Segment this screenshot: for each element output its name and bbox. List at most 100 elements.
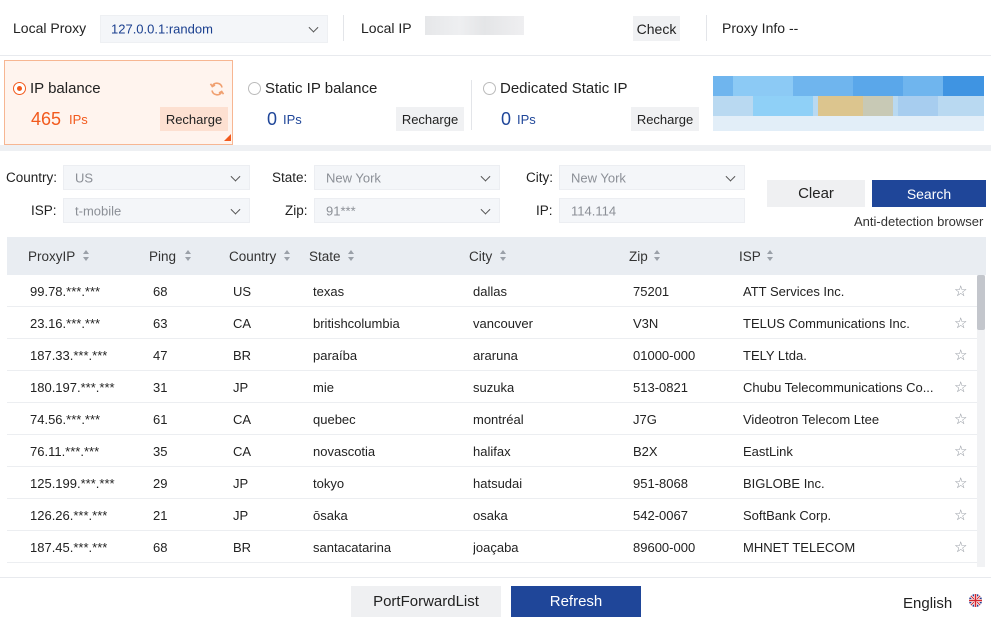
ip-filter-input[interactable]: 114.114: [559, 198, 745, 223]
zip-select[interactable]: 91***: [314, 198, 500, 223]
star-icon[interactable]: ☆: [954, 506, 967, 524]
ip-balance-title: IP balance: [30, 80, 101, 97]
static-ip-radio-icon[interactable]: [248, 82, 261, 95]
refresh-icon[interactable]: [209, 81, 225, 97]
proxy-info-value: --: [789, 20, 799, 36]
ip-recharge-button[interactable]: Recharge: [160, 107, 228, 131]
table-scrollbar[interactable]: [977, 275, 985, 567]
column-header-ping[interactable]: Ping: [149, 249, 176, 264]
table-row[interactable]: 99.78.***.*** 68 US texas dallas 75201 A…: [7, 275, 977, 307]
table-row[interactable]: 126.26.***.*** 21 JP ōsaka osaka 542-006…: [7, 499, 977, 531]
dedicated-ip-radio-icon[interactable]: [483, 82, 496, 95]
cell-proxyip: 23.16.***.***: [30, 316, 101, 331]
check-button[interactable]: Check: [633, 16, 680, 41]
local-ip-blurred-value: [425, 16, 524, 35]
promo-banner-image[interactable]: [713, 76, 984, 131]
sort-icon[interactable]: [284, 250, 291, 262]
country-select[interactable]: US: [63, 165, 250, 190]
cell-isp: TELUS Communications Inc.: [743, 316, 910, 331]
sort-icon[interactable]: [654, 250, 661, 262]
cell-city: joaçaba: [473, 540, 519, 555]
scrollbar-thumb[interactable]: [977, 275, 985, 330]
table-row[interactable]: 23.16.***.*** 63 CA britishcolumbia vanc…: [7, 307, 977, 339]
zip-value: 91***: [326, 203, 356, 218]
star-icon[interactable]: ☆: [954, 314, 967, 332]
star-icon[interactable]: ☆: [954, 442, 967, 460]
sort-icon[interactable]: [83, 250, 90, 262]
ip-balance-unit: IPs: [69, 112, 88, 127]
search-button[interactable]: Search: [872, 180, 986, 207]
cell-country: BR: [233, 348, 252, 363]
cell-state: ōsaka: [313, 508, 348, 523]
refresh-button[interactable]: Refresh: [511, 586, 641, 617]
isp-select[interactable]: t-mobile: [63, 198, 250, 223]
local-proxy-value: 127.0.0.1:random: [111, 21, 213, 37]
language-selector[interactable]: English: [903, 595, 952, 612]
cell-isp: Videotron Telecom Ltee: [743, 412, 880, 427]
table-row[interactable]: 74.56.***.*** 61 CA quebec montréal J7G …: [7, 403, 977, 435]
ip-balance-radio-icon[interactable]: [13, 82, 26, 95]
state-value: New York: [326, 170, 381, 185]
clear-button[interactable]: Clear: [767, 180, 865, 207]
star-icon[interactable]: ☆: [954, 282, 967, 300]
column-header-country[interactable]: Country: [229, 249, 276, 264]
port-forward-list-button[interactable]: PortForwardList: [351, 586, 501, 617]
dedicated-recharge-button[interactable]: Recharge: [631, 107, 699, 131]
sort-icon[interactable]: [500, 250, 507, 262]
star-icon[interactable]: ☆: [954, 378, 967, 396]
star-icon[interactable]: ☆: [954, 538, 967, 556]
ip-balance-card[interactable]: [4, 60, 233, 145]
cell-proxyip: 187.33.***.***: [30, 348, 108, 363]
static-ip-unit: IPs: [283, 112, 302, 127]
cell-ping: 68: [153, 284, 168, 299]
cell-proxyip: 76.11.***.***: [30, 444, 100, 459]
cell-isp: Chubu Telecommunications Co...: [743, 380, 934, 395]
star-icon[interactable]: ☆: [954, 474, 967, 492]
table-row[interactable]: 125.199.***.*** 29 JP tokyo hatsudai 951…: [7, 467, 977, 499]
star-icon[interactable]: ☆: [954, 346, 967, 364]
table-row[interactable]: 76.11.***.*** 35 CA novascotia halifax B…: [7, 435, 977, 467]
cell-state: paraíba: [313, 348, 358, 363]
cell-ping: 21: [153, 508, 168, 523]
column-header-city[interactable]: City: [469, 249, 492, 264]
chevron-down-icon: [230, 204, 241, 215]
column-header-proxyip[interactable]: ProxyIP: [28, 249, 75, 264]
table-row[interactable]: 187.33.***.*** 47 BR paraíba araruna 010…: [7, 339, 977, 371]
active-corner-marker: [224, 134, 231, 141]
local-proxy-select[interactable]: 127.0.0.1:random: [100, 15, 328, 43]
uk-flag-icon[interactable]: [969, 594, 982, 607]
static-ip-title: Static IP balance: [265, 80, 378, 97]
cell-ping: 29: [153, 476, 168, 491]
isp-label: ISP:: [31, 203, 57, 218]
chevron-down-icon: [230, 171, 241, 182]
cell-isp: EastLink: [743, 444, 793, 459]
table-row[interactable]: 187.45.***.*** 68 BR santacatarina joaça…: [7, 531, 977, 563]
column-header-state[interactable]: State: [309, 249, 341, 264]
cell-zip: 01000-000: [633, 348, 696, 363]
cell-country: US: [233, 284, 252, 299]
dedicated-ip-value: 0: [501, 109, 512, 129]
column-header-isp[interactable]: ISP: [739, 249, 761, 264]
cell-city: halifax: [473, 444, 511, 459]
sort-icon[interactable]: [348, 250, 355, 262]
cell-ping: 31: [153, 380, 168, 395]
divider: [471, 80, 472, 130]
ip-filter-value: 114.114: [571, 203, 617, 218]
state-select[interactable]: New York: [314, 165, 500, 190]
sort-icon[interactable]: [767, 250, 774, 262]
static-ip-value: 0: [267, 109, 278, 129]
anti-detection-browser-link[interactable]: Anti-detection browser: [854, 214, 983, 229]
table-header: ProxyIP Ping Country State City Zip ISP: [7, 237, 986, 275]
dedicated-ip-unit: IPs: [517, 112, 536, 127]
dedicated-ip-title: Dedicated Static IP: [500, 80, 628, 97]
sort-icon[interactable]: [185, 250, 192, 262]
cell-zip: B2X: [633, 444, 658, 459]
star-icon[interactable]: ☆: [954, 410, 967, 428]
column-header-zip[interactable]: Zip: [629, 249, 648, 264]
cell-zip: J7G: [633, 412, 657, 427]
static-recharge-button[interactable]: Recharge: [396, 107, 464, 131]
table-row[interactable]: 180.197.***.*** 31 JP mie suzuka 513-082…: [7, 371, 977, 403]
cell-city: araruna: [473, 348, 518, 363]
cell-city: dallas: [473, 284, 507, 299]
city-select[interactable]: New York: [559, 165, 745, 190]
